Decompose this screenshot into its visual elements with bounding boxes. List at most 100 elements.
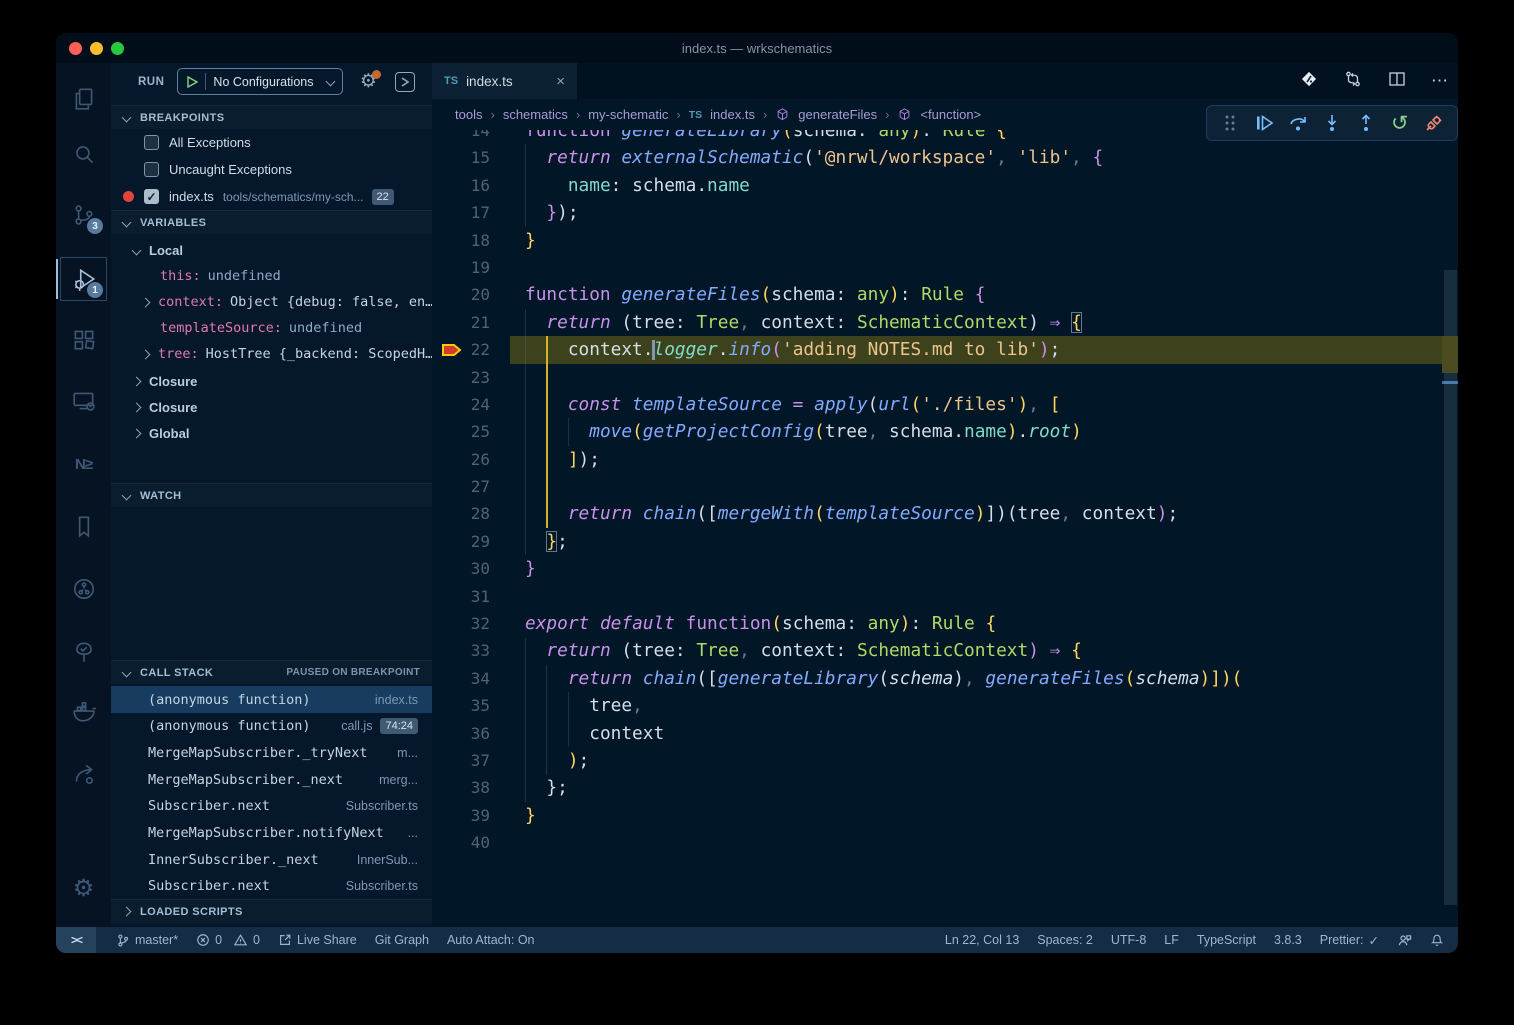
breakpoints-section-header[interactable]: BREAKPOINTS xyxy=(111,105,432,129)
auto-attach-status[interactable]: Auto Attach: On xyxy=(447,933,535,947)
configure-gear-button[interactable]: ⚙ xyxy=(357,70,379,94)
checkbox-checked[interactable]: ✓ xyxy=(144,189,159,204)
breadcrumb-item[interactable]: generateFiles xyxy=(798,107,877,122)
problems-status[interactable]: 0 0 xyxy=(196,933,260,947)
checkbox-unchecked[interactable] xyxy=(144,162,159,177)
breakpoint-uncaught-exceptions[interactable]: Uncaught Exceptions xyxy=(111,156,432,183)
remote-explorer-icon[interactable] xyxy=(56,375,111,427)
variable-context[interactable]: context: Object {debug: false, en… xyxy=(111,289,432,315)
scope-closure-1[interactable]: Closure xyxy=(111,368,432,394)
live-share-status[interactable]: Live Share xyxy=(278,933,357,947)
code-line-25[interactable]: 25 move(getProjectConfig(tree, schema.na… xyxy=(432,418,1458,445)
git-graph-status[interactable]: Git Graph xyxy=(375,933,429,947)
split-editor-icon[interactable] xyxy=(1387,69,1407,94)
run-debug-icon[interactable]: 1 xyxy=(56,253,111,305)
restart-icon[interactable]: ↻ xyxy=(1383,108,1417,138)
disconnect-icon[interactable] xyxy=(1417,108,1451,138)
source-control-icon[interactable]: 3 xyxy=(56,189,111,241)
debug-console-button[interactable] xyxy=(395,72,415,92)
docker-icon[interactable] xyxy=(56,685,111,737)
feedback-icon[interactable] xyxy=(1397,933,1412,948)
open-changes-icon[interactable] xyxy=(1299,69,1319,94)
manage-gear-icon[interactable]: ⚙ xyxy=(56,863,111,915)
extensions-icon[interactable] xyxy=(56,313,111,365)
stack-frame[interactable]: Subscriber.next Subscriber.ts xyxy=(111,873,432,900)
breadcrumb-item[interactable]: tools xyxy=(455,107,482,122)
bookmarks-icon[interactable] xyxy=(56,500,111,552)
breadcrumb-item[interactable]: schematics xyxy=(503,107,568,122)
code-line-30[interactable]: 30} xyxy=(432,555,1458,582)
code-area[interactable]: 14function generateLibrary(schema: any):… xyxy=(432,130,1458,927)
stack-frame[interactable]: InnerSubscriber._next InnerSub... xyxy=(111,846,432,873)
code-line-19[interactable]: 19 xyxy=(432,254,1458,281)
close-tab-icon[interactable]: × xyxy=(556,73,565,90)
code-line-21[interactable]: 21 return (tree: Tree, context: Schemati… xyxy=(432,309,1458,336)
code-line-39[interactable]: 39} xyxy=(432,802,1458,829)
scope-closure-2[interactable]: Closure xyxy=(111,394,432,420)
code-line-22[interactable]: 22 context.logger.info('adding NOTES.md … xyxy=(432,336,1458,363)
code-line-31[interactable]: 31 xyxy=(432,583,1458,610)
compare-changes-icon[interactable] xyxy=(1343,69,1363,94)
code-line-34[interactable]: 34 return chain([generateLibrary(schema)… xyxy=(432,665,1458,692)
code-line-28[interactable]: 28 return chain([mergeWith(templateSourc… xyxy=(432,500,1458,527)
code-line-27[interactable]: 27 xyxy=(432,473,1458,500)
code-line-36[interactable]: 36 context xyxy=(432,720,1458,747)
git-branch-status[interactable]: master* xyxy=(116,933,178,948)
code-line-32[interactable]: 32export default function(schema: any): … xyxy=(432,610,1458,637)
code-line-37[interactable]: 37 ); xyxy=(432,747,1458,774)
nx-console-icon[interactable]: N≥ xyxy=(56,438,111,490)
watch-section-header[interactable]: WATCH xyxy=(111,483,432,507)
tab-index-ts[interactable]: TS index.ts × xyxy=(432,63,577,99)
stack-frame[interactable]: (anonymous function) call.js 74:24 xyxy=(111,713,432,740)
call-stack-section-header[interactable]: CALL STACK PAUSED ON BREAKPOINT xyxy=(111,660,432,684)
indentation-status[interactable]: Spaces: 2 xyxy=(1037,933,1093,947)
stack-frame[interactable]: MergeMapSubscriber.notifyNext ... xyxy=(111,820,432,847)
launch-configuration-dropdown[interactable]: No Configurations xyxy=(177,68,343,95)
step-over-icon[interactable] xyxy=(1281,108,1315,138)
live-share-icon[interactable] xyxy=(56,748,111,800)
code-line-16[interactable]: 16 name: schema.name xyxy=(432,172,1458,199)
variable-tree[interactable]: tree: HostTree {_backend: ScopedH… xyxy=(111,341,432,367)
toolbar-drag-grip[interactable] xyxy=(1213,108,1247,138)
start-debug-icon[interactable] xyxy=(186,76,198,88)
stack-frame[interactable]: Subscriber.next Subscriber.ts xyxy=(111,793,432,820)
code-line-33[interactable]: 33 return (tree: Tree, context: Schemati… xyxy=(432,637,1458,664)
continue-icon[interactable] xyxy=(1247,108,1281,138)
language-status[interactable]: TypeScript xyxy=(1197,933,1256,947)
scope-global[interactable]: Global xyxy=(111,420,432,446)
stack-frame[interactable]: (anonymous function) index.ts xyxy=(111,686,432,713)
code-line-20[interactable]: 20function generateFiles(schema: any): R… xyxy=(432,281,1458,308)
code-line-26[interactable]: 26 ]); xyxy=(432,446,1458,473)
code-line-17[interactable]: 17 }); xyxy=(432,199,1458,226)
code-line-15[interactable]: 15 return externalSchematic('@nrwl/works… xyxy=(432,144,1458,171)
ts-version-status[interactable]: 3.8.3 xyxy=(1274,933,1302,947)
step-into-icon[interactable] xyxy=(1315,108,1349,138)
stack-frame[interactable]: MergeMapSubscriber._next merg... xyxy=(111,766,432,793)
code-line-29[interactable]: 29 }; xyxy=(432,528,1458,555)
breadcrumb-item[interactable]: <function> xyxy=(920,107,981,122)
checkbox-unchecked[interactable] xyxy=(144,135,159,150)
cursor-position-status[interactable]: Ln 22, Col 13 xyxy=(945,933,1019,947)
more-actions-icon[interactable]: ⋯ xyxy=(1431,71,1448,91)
code-line-35[interactable]: 35 tree, xyxy=(432,692,1458,719)
scrollbar[interactable] xyxy=(1442,130,1458,927)
breadcrumb-item[interactable]: my-schematic xyxy=(588,107,668,122)
explorer-icon[interactable] xyxy=(56,73,111,125)
breakpoint-index-ts[interactable]: ✓ index.ts tools/schematics/my-sch... 22 xyxy=(111,183,432,210)
encoding-status[interactable]: UTF-8 xyxy=(1111,933,1146,947)
search-icon[interactable] xyxy=(56,128,111,180)
breakpoint-all-exceptions[interactable]: All Exceptions xyxy=(111,129,432,156)
code-line-18[interactable]: 18} xyxy=(432,227,1458,254)
breadcrumb-item[interactable]: index.ts xyxy=(710,107,755,122)
step-out-icon[interactable] xyxy=(1349,108,1383,138)
code-line-23[interactable]: 23 xyxy=(432,364,1458,391)
test-explorer-icon[interactable] xyxy=(56,626,111,678)
loaded-scripts-section-header[interactable]: LOADED SCRIPTS xyxy=(111,899,432,923)
git-history-icon[interactable] xyxy=(56,563,111,615)
notifications-bell-icon[interactable] xyxy=(1430,933,1444,948)
code-line-38[interactable]: 38 }; xyxy=(432,774,1458,801)
scope-local[interactable]: Local xyxy=(111,237,432,263)
remote-indicator[interactable]: >< xyxy=(56,927,96,953)
stack-frame[interactable]: MergeMapSubscriber._tryNext m... xyxy=(111,739,432,766)
paused-breakpoint-arrow-icon[interactable] xyxy=(440,339,464,361)
